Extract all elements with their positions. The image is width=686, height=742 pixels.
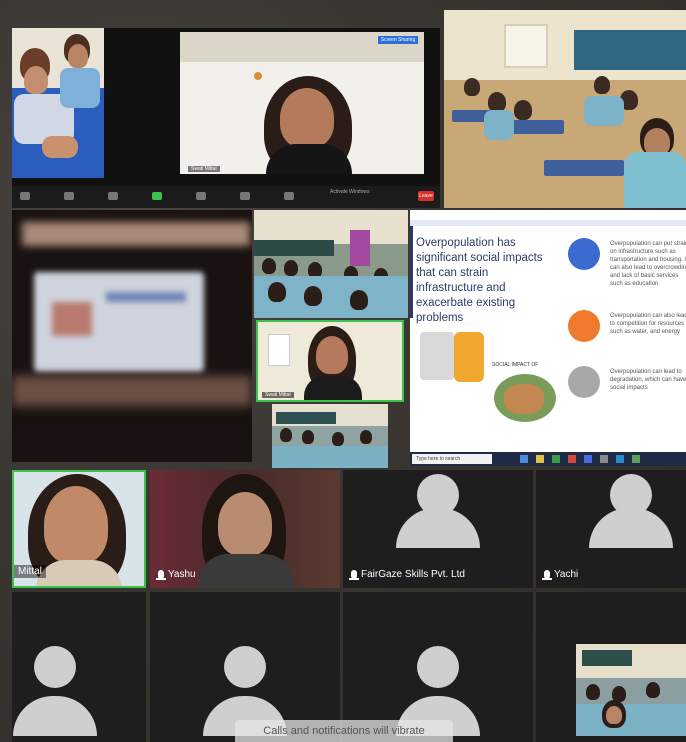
meeting-toolbar: Activate Windows Leave	[12, 186, 440, 208]
classroom-photo-top-right	[444, 10, 686, 208]
bullet-text-3: Overpopulation can lead to degradation, …	[610, 369, 686, 391]
participant-tile[interactable]	[12, 592, 146, 742]
participant-tile[interactable]: FairGaze Skills Pvt. Ltd	[343, 470, 533, 588]
windows-taskbar: Type here to search	[410, 452, 686, 466]
presentation-slide: Overpopulation has significant social im…	[410, 210, 686, 466]
participant-name: Mittal	[14, 565, 46, 578]
bullet-dot-3	[568, 366, 600, 398]
participant-label: Swati Mittal	[188, 166, 220, 172]
avatar-body	[396, 508, 480, 548]
classroom-video	[576, 644, 686, 736]
avatar-icon	[34, 646, 76, 688]
teacher-video: Screen Sharing Swati Mittal	[180, 32, 424, 174]
participant-tile[interactable]: Yachi	[536, 470, 686, 588]
bullet-text-2: Overpopulation can also lead to competit…	[610, 313, 686, 335]
classroom-photo-middle	[254, 210, 408, 318]
mic-icon	[156, 570, 166, 580]
slide-illustration: SOCIAL IMPACT OF	[414, 328, 564, 424]
taskbar-app-icon[interactable]	[632, 455, 640, 463]
bullet-text-1: Overpopulation can put strain on infrast…	[610, 241, 686, 287]
participants-icon[interactable]	[152, 192, 162, 200]
avatar-body	[13, 696, 97, 736]
mic-icon	[349, 570, 359, 580]
bullet-dot-2	[568, 310, 600, 342]
pip-presenter-video: Swati Mittal	[256, 320, 404, 402]
participant-name: Yashu	[156, 569, 196, 580]
leave-button[interactable]: Leave	[418, 191, 434, 201]
security-icon[interactable]	[108, 192, 118, 200]
taskbar-search-text: Type here to search	[416, 456, 461, 462]
participant-tile[interactable]: Mittal	[12, 470, 146, 588]
laptop-screen-photo	[12, 210, 252, 462]
classroom-photo-small	[272, 404, 388, 468]
taskbar-app-icon[interactable]	[616, 455, 624, 463]
participant-name: FairGaze Skills Pvt. Ltd	[349, 569, 465, 580]
taskbar-app-icon[interactable]	[584, 455, 592, 463]
mic-icon	[542, 570, 552, 580]
more-icon[interactable]	[284, 192, 294, 200]
avatar-icon	[417, 646, 459, 688]
taskbar-app-icon[interactable]	[536, 455, 544, 463]
slide-heading: Overpopulation has significant social im…	[416, 237, 543, 324]
participant-tile[interactable]: Yashu	[150, 470, 340, 588]
illustration-caption: SOCIAL IMPACT OF	[492, 362, 539, 368]
student-video	[12, 28, 104, 178]
taskbar-app-icon[interactable]	[600, 455, 608, 463]
pip-name-label: Swati Mittal	[262, 392, 294, 398]
share-screen-icon[interactable]	[240, 192, 250, 200]
activate-windows-text: Activate Windows	[330, 189, 370, 195]
recording-label: Screen Sharing	[378, 36, 418, 44]
taskbar-app-icon[interactable]	[552, 455, 560, 463]
taskbar-search-box[interactable]: Type here to search	[412, 454, 492, 464]
notification-toast: Calls and notifications will vibrate	[235, 720, 453, 742]
camera-icon[interactable]	[64, 192, 74, 200]
taskbar-app-icon[interactable]	[568, 455, 576, 463]
participant-tile[interactable]	[536, 592, 686, 742]
bullet-dot-1	[568, 238, 600, 270]
avatar-icon	[224, 646, 266, 688]
mic-icon[interactable]	[20, 192, 30, 200]
avatar-body	[589, 508, 673, 548]
taskbar-app-icon[interactable]	[520, 455, 528, 463]
participant-name: Yachi	[542, 569, 578, 580]
chat-icon[interactable]	[196, 192, 206, 200]
zoom-window-top-left: Screen Sharing Swati Mittal Activate Win…	[12, 28, 440, 208]
